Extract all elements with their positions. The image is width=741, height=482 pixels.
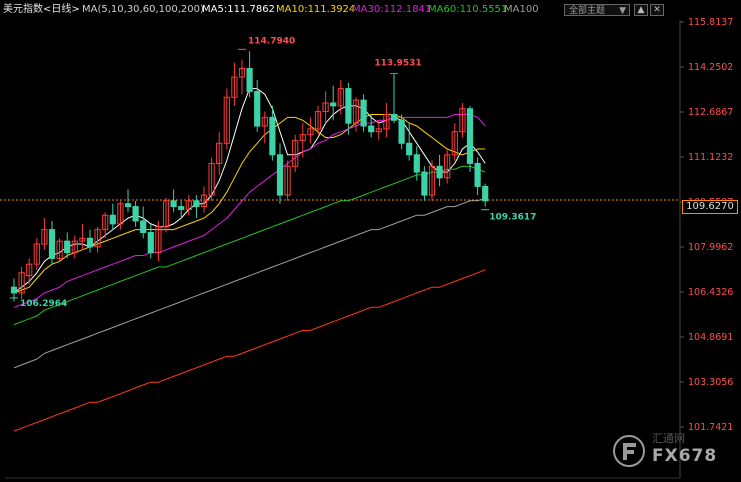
candle-body [10, 286, 18, 294]
candle-body [421, 171, 428, 196]
low-label-text: 106.2964 [20, 299, 67, 309]
price-chart[interactable]: 114.7940 113.9531 106.2964 109.3617 115.813… [0, 0, 741, 482]
high-label-text: 114.7940 [248, 36, 295, 46]
candle-body [482, 185, 489, 202]
fx678-logo-icon [613, 435, 645, 467]
candle-body [474, 162, 481, 187]
candle-body [436, 165, 443, 179]
candle-body [276, 154, 284, 196]
candle-body [86, 237, 94, 248]
candle-body [398, 119, 405, 144]
candle-body [413, 154, 420, 173]
current-price-tag: 109.6270 [682, 200, 738, 214]
candle-body [390, 113, 398, 121]
price-tick-label: 114.2502 [688, 62, 733, 73]
price-tick-label: 111.1232 [688, 152, 733, 163]
candle-body [178, 206, 185, 210]
price-tick-label: 112.6867 [688, 107, 733, 118]
watermark-code: FX678 [652, 446, 718, 466]
ma-line-ma5 [13, 88, 486, 294]
candle-body [368, 125, 375, 133]
candle-body [254, 90, 261, 127]
last-low-label-text: 109.3617 [489, 213, 536, 223]
candle-body [193, 200, 200, 208]
candle-body [48, 229, 56, 259]
chart-window: 美元指数<日线> MA(5,10,30,60,100,200) MA5:111.… [0, 0, 741, 482]
candle-body [64, 240, 71, 254]
candle-body [124, 203, 132, 208]
candle-body [109, 214, 116, 225]
ma-line-ma200 [13, 269, 486, 432]
price-tick-label: 107.9962 [688, 242, 733, 253]
price-tick-label: 115.8137 [688, 17, 733, 28]
ma-line-ma10 [13, 114, 486, 294]
candle-body [147, 231, 154, 254]
watermark: 汇通网 FX678 [612, 430, 730, 472]
price-tick-label: 104.8691 [688, 332, 733, 343]
ma-line-ma100 [13, 197, 486, 369]
candle-body [132, 206, 139, 222]
price-tick-label: 103.3056 [688, 377, 733, 388]
watermark-brand: 汇通网 [652, 432, 685, 445]
candle-body [330, 102, 337, 107]
candle-body [269, 116, 276, 156]
ma-line-ma30 [13, 114, 486, 308]
candle-body [466, 108, 474, 164]
candle-body [345, 88, 352, 124]
candle-body [406, 142, 413, 156]
candle-body [246, 67, 253, 92]
high2-label-text: 113.9531 [374, 59, 421, 69]
ma-line-ma60 [13, 165, 486, 326]
candle-body [170, 200, 177, 208]
candle-body [140, 220, 147, 233]
candle-body [360, 99, 367, 127]
price-tick-label: 106.4326 [688, 287, 733, 298]
